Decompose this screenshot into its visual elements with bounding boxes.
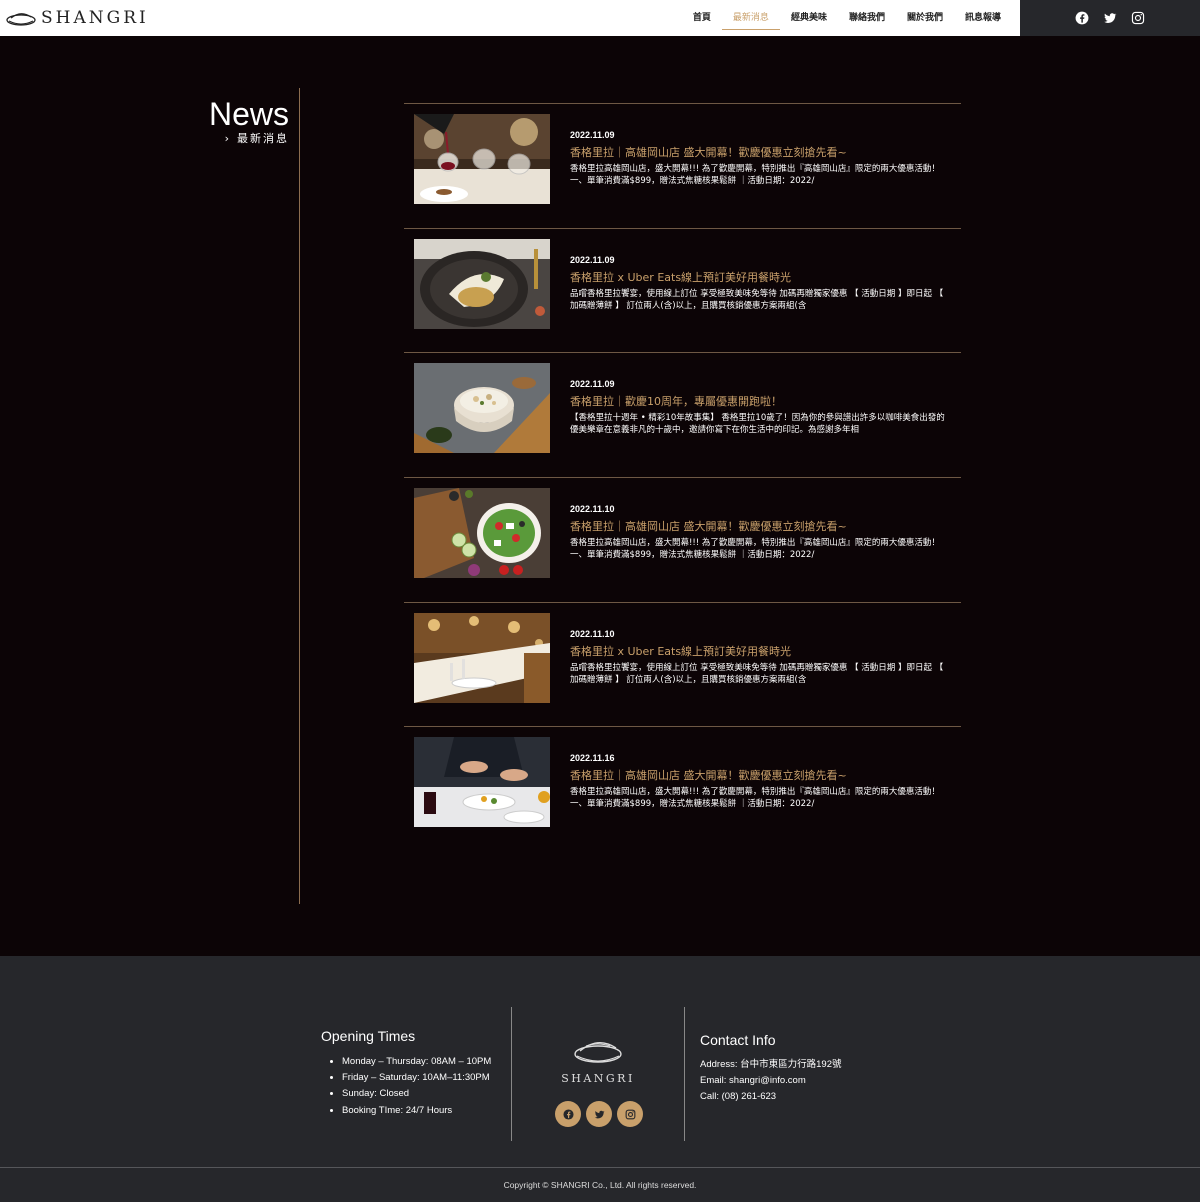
news-title[interactable]: 香格里拉｜歡慶10周年，專屬優惠開跑啦！	[570, 393, 782, 409]
news-title[interactable]: 香格里拉 x Uber Eats線上預訂美好用餐時光	[570, 269, 791, 285]
main-nav: 首頁 最新消息 經典美味 聯絡我們 關於我們 訊息報導	[682, 0, 1012, 36]
news-excerpt: 香格里拉高雄岡山店，盛大開幕!!! 為了歡慶開幕，特別推出『高雄岡山店』限定的兩…	[570, 164, 940, 186]
news-title[interactable]: 香格里拉 x Uber Eats線上預訂美好用餐時光	[570, 643, 791, 659]
chevron-right-icon: ›	[224, 132, 231, 145]
chef-plating-image	[414, 737, 550, 828]
news-title[interactable]: 香格里拉｜高雄岡山店 盛大開幕！歡慶優惠立刻搶先看~	[570, 518, 847, 534]
opening-hours-list: Monday – Thursday: 08AM – 10PM Friday – …	[321, 1054, 491, 1119]
copyright-text: Copyright © SHANGRI Co., Ltd. All rights…	[503, 1180, 697, 1190]
site-footer: Opening Times Monday – Thursday: 08AM – …	[0, 956, 1200, 1202]
instagram-icon	[625, 1109, 635, 1119]
instagram-icon[interactable]	[1131, 11, 1145, 25]
news-item[interactable]: 2022.11.09 香格里拉｜高雄岡山店 盛大開幕！歡慶優惠立刻搶先看~ 香格…	[404, 103, 961, 228]
page-subtitle-text: 最新消息	[237, 132, 289, 145]
restaurant-interior-image	[414, 612, 550, 703]
nav-menu[interactable]: 經典美味	[780, 0, 838, 30]
nav-press[interactable]: 訊息報導	[954, 0, 1012, 30]
news-title[interactable]: 香格里拉｜高雄岡山店 盛大開幕！歡慶優惠立刻搶先看~	[570, 144, 847, 160]
opening-hours-item: Monday – Thursday: 08AM – 10PM	[342, 1054, 491, 1070]
copyright-divider	[0, 1167, 1200, 1168]
news-item[interactable]: 2022.11.09 香格里拉 x Uber Eats線上預訂美好用餐時光 品嚐…	[404, 227, 961, 353]
opening-hours-item: Friday – Saturday: 10AM–11:30PM	[342, 1070, 491, 1086]
news-thumbnail[interactable]	[414, 612, 550, 703]
page-title: News	[208, 96, 289, 132]
header-social	[1020, 0, 1200, 36]
instagram-button[interactable]	[617, 1101, 643, 1127]
header-bar: SHANGRI 首頁 最新消息 經典美味 聯絡我們 關於我們 訊息報導	[0, 0, 1020, 36]
bowl-logo-icon	[6, 13, 36, 26]
news-excerpt: 香格里拉高雄岡山店，盛大開幕!!! 為了歡慶開幕，特別推出『高雄岡山店』限定的兩…	[570, 538, 940, 561]
footer-social	[555, 1101, 643, 1127]
contact-info: Contact Info Address: 台中市東區力行路192號 Email…	[700, 1032, 841, 1106]
news-excerpt: 品嚐香格里拉饗宴，使用線上訂位 享受極致美味免等待 加碼再贈獨家優惠 【 活動日…	[570, 288, 944, 311]
site-header: SHANGRI 首頁 最新消息 經典美味 聯絡我們 關於我們 訊息報導	[0, 0, 1200, 36]
news-item[interactable]: 2022.11.10 香格里拉｜高雄岡山店 盛大開幕！歡慶優惠立刻搶先看~ 香格…	[404, 477, 961, 602]
nav-contact[interactable]: 聯絡我們	[838, 0, 896, 30]
divider-line	[299, 88, 300, 904]
news-excerpt: 【香格里拉十週年 • 精彩10年故事集】 香格里拉10歲了！因為你的參與譜出許多…	[570, 413, 945, 436]
salad-image	[414, 488, 550, 579]
news-item[interactable]: 2022.11.10 香格里拉 x Uber Eats線上預訂美好用餐時光 品嚐…	[404, 601, 961, 727]
facebook-icon	[562, 1108, 574, 1120]
opening-hours-item: Booking TIme: 24/7 Hours	[342, 1103, 491, 1119]
facebook-button[interactable]	[555, 1101, 581, 1127]
news-excerpt: 香格里拉高雄岡山店，盛大開幕!!! 為了歡慶開幕，特別推出『高雄岡山店』限定的兩…	[570, 787, 940, 810]
soup-bowl-image	[414, 363, 550, 454]
nav-home[interactable]: 首頁	[682, 0, 722, 30]
twitter-icon[interactable]	[1103, 11, 1117, 25]
nav-news[interactable]: 最新消息	[721, 0, 780, 30]
opening-title: Opening Times	[321, 1028, 416, 1044]
wine-image	[414, 114, 550, 204]
logo[interactable]: SHANGRI	[5, 8, 149, 28]
news-date: 2022.11.10	[570, 628, 615, 639]
news-thumbnail[interactable]	[414, 737, 550, 828]
news-date: 2022.11.09	[570, 130, 615, 140]
footer-logo[interactable]: SHANGRI	[556, 1034, 640, 1085]
facebook-icon[interactable]	[1075, 11, 1089, 25]
page-subtitle: › 最新消息	[225, 130, 289, 146]
news-date: 2022.11.09	[570, 379, 615, 390]
nav-about[interactable]: 關於我們	[896, 0, 954, 30]
footer-divider	[684, 1007, 685, 1141]
news-thumbnail[interactable]	[414, 488, 550, 579]
opening-times: Opening Times Monday – Thursday: 08AM – …	[321, 1028, 491, 1119]
twitter-icon	[594, 1110, 605, 1118]
logo-text: SHANGRI	[41, 8, 149, 28]
news-date: 2022.11.09	[570, 254, 615, 265]
contact-address: Address: 台中市東區力行路192號	[700, 1059, 842, 1070]
news-date: 2022.11.10	[570, 504, 615, 515]
opening-hours-item: Sunday: Closed	[342, 1086, 491, 1102]
news-list: 2022.11.09 香格里拉｜高雄岡山店 盛大開幕！歡慶優惠立刻搶先看~ 香格…	[404, 103, 961, 851]
contact-email[interactable]: Email: shangri@info.com	[700, 1073, 841, 1089]
news-title[interactable]: 香格里拉｜高雄岡山店 盛大開幕！歡慶優惠立刻搶先看~	[570, 767, 847, 783]
news-item[interactable]: 2022.11.16 香格里拉｜高雄岡山店 盛大開幕！歡慶優惠立刻搶先看~ 香格…	[404, 726, 961, 851]
plated-dish-image	[414, 238, 550, 329]
bowl-logo-icon	[574, 1042, 622, 1063]
news-thumbnail[interactable]	[414, 363, 550, 454]
footer-divider	[511, 1007, 512, 1141]
footer-logo-text: SHANGRI	[561, 1072, 635, 1085]
news-item[interactable]: 2022.11.09 香格里拉｜歡慶10周年，專屬優惠開跑啦！ 【香格里拉十週年…	[404, 352, 961, 477]
news-date: 2022.11.16	[570, 753, 615, 764]
news-thumbnail[interactable]	[414, 114, 550, 204]
contact-phone[interactable]: Call: (08) 261-623	[700, 1089, 841, 1105]
news-thumbnail[interactable]	[414, 238, 550, 329]
contact-title: Contact Info	[700, 1032, 776, 1048]
news-excerpt: 品嚐香格里拉饗宴，使用線上訂位 享受極致美味免等待 加碼再贈獨家優惠 【 活動日…	[570, 662, 944, 685]
news-section: News › 最新消息 2022.11.09 香格里拉｜高雄岡山店 盛大開幕！歡…	[0, 36, 1200, 956]
twitter-button[interactable]	[586, 1101, 612, 1127]
